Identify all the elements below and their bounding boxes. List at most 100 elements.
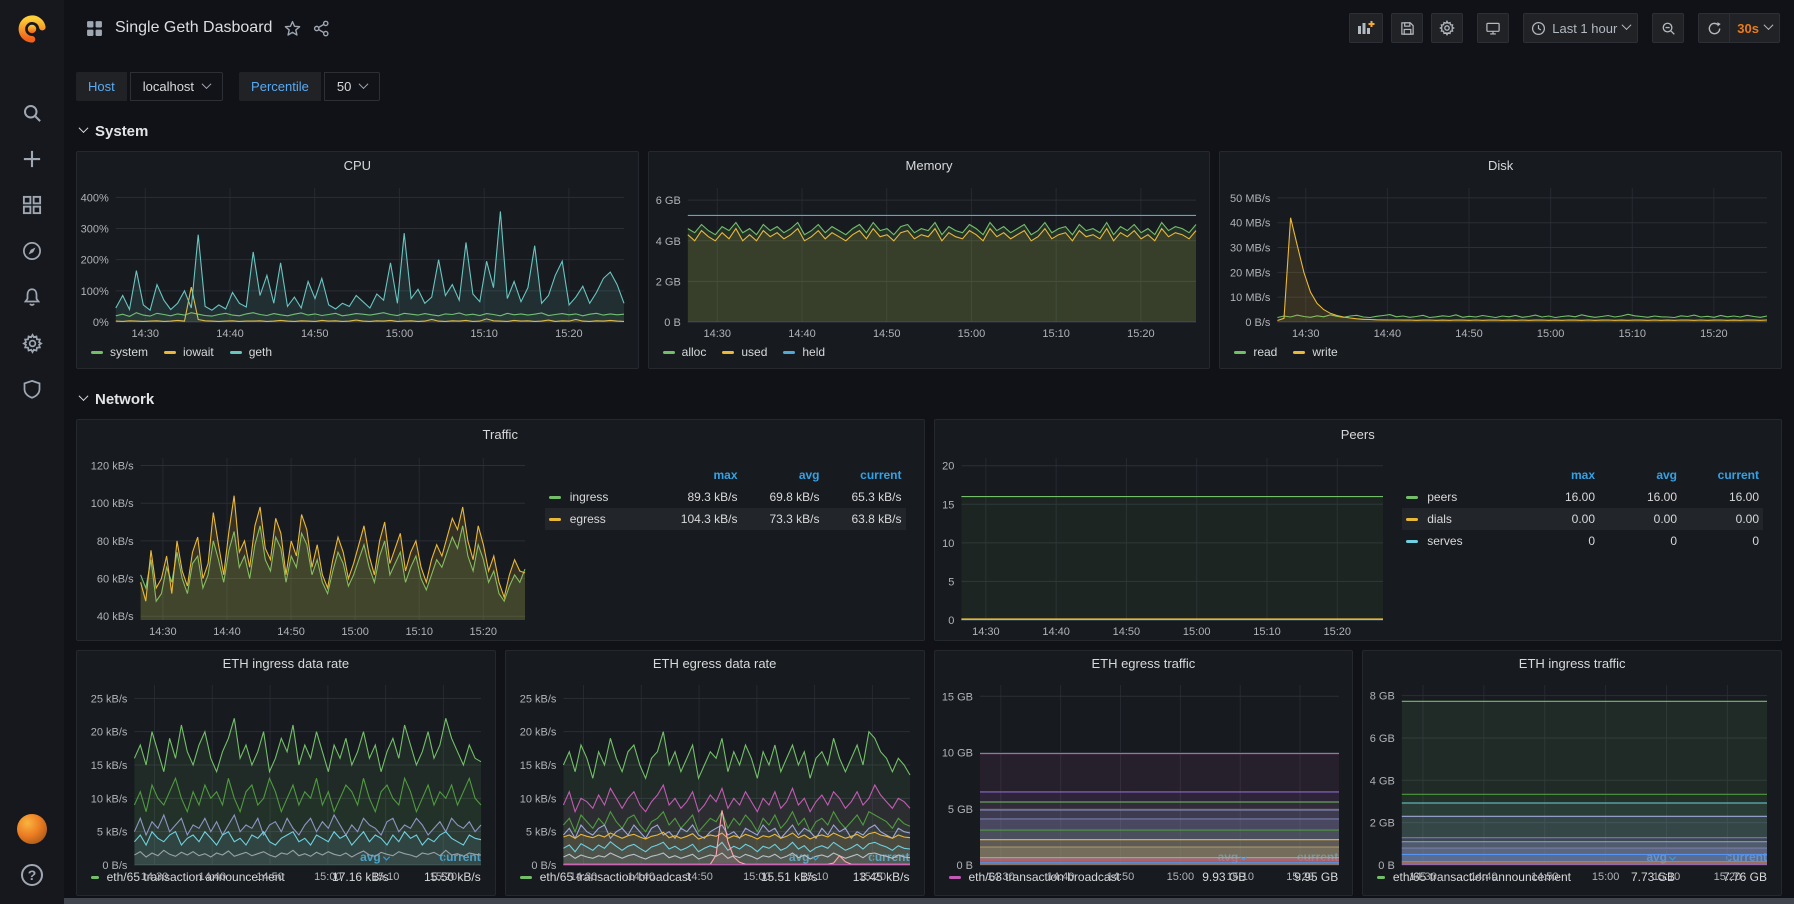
svg-text:40 MB/s: 40 MB/s: [1230, 218, 1271, 230]
create-icon[interactable]: [21, 148, 43, 170]
legend-row-ingress[interactable]: ingress: [545, 486, 656, 508]
legend-item-geth[interactable]: geth: [230, 345, 272, 359]
add-panel-button[interactable]: [1349, 13, 1383, 43]
peers-legend-table: maxavgcurrentpeers16.0016.0016.00dials0.…: [1396, 450, 1781, 640]
svg-text:15:10: 15:10: [1619, 328, 1647, 340]
panel-title[interactable]: Disk: [1220, 152, 1781, 180]
eth-egress-data-rate-chart[interactable]: 14:3014:4014:5015:0015:1015:200 B/s5 kB/…: [506, 677, 924, 845]
svg-text:0 B/s: 0 B/s: [1246, 317, 1272, 329]
svg-text:6 GB: 6 GB: [655, 195, 680, 207]
star-icon[interactable]: [284, 20, 301, 37]
svg-text:15 GB: 15 GB: [941, 691, 972, 703]
grafana-logo[interactable]: [0, 0, 64, 58]
panel-title[interactable]: Traffic: [77, 420, 924, 450]
legend-row-dials[interactable]: dials: [1402, 508, 1513, 530]
panel-title[interactable]: ETH egress traffic: [935, 651, 1353, 677]
svg-text:5 kB/s: 5 kB/s: [526, 827, 557, 839]
user-avatar[interactable]: [17, 814, 47, 844]
legend-column-header-max[interactable]: max: [656, 464, 742, 486]
refresh-interval-label: 30s: [1737, 21, 1759, 36]
eth-ingress-data-rate-chart[interactable]: 14:3014:4014:5015:0015:1015:200 B/s5 kB/…: [77, 677, 495, 845]
legend-item-system[interactable]: system: [91, 345, 148, 359]
row-header-system[interactable]: System: [76, 120, 1782, 142]
help-icon[interactable]: ?: [21, 864, 43, 886]
legend-table-grid: maxavgcurrentingress89.3 kB/s69.8 kB/s65…: [545, 464, 906, 530]
cycle-view-mode-button[interactable]: [1477, 13, 1509, 43]
svg-text:0 B: 0 B: [664, 317, 681, 329]
share-icon[interactable]: [313, 20, 330, 37]
svg-text:0 B: 0 B: [1379, 860, 1396, 872]
refresh-interval-dropdown[interactable]: 30s: [1730, 13, 1780, 43]
panel-title[interactable]: Peers: [935, 420, 1782, 450]
legend-item-used[interactable]: used: [722, 345, 767, 359]
svg-text:14:40: 14:40: [1470, 871, 1498, 883]
legend-item-iowait[interactable]: iowait: [164, 345, 214, 359]
svg-text:14:50: 14:50: [1456, 328, 1484, 340]
legend-column-header-current[interactable]: current: [1681, 464, 1763, 486]
disk-chart[interactable]: 14:3014:4014:5015:0015:1015:200 B/s10 MB…: [1220, 180, 1781, 342]
peers-chart[interactable]: 14:3014:4014:5015:0015:1015:2005101520: [935, 450, 1397, 640]
svg-text:15:20: 15:20: [1714, 871, 1742, 883]
series-color-dash: [91, 351, 103, 354]
svg-text:15:00: 15:00: [957, 328, 985, 340]
legend-item-read[interactable]: read: [1234, 345, 1277, 359]
legend-value-avg: 73.3 kB/s: [742, 508, 824, 530]
dashboard-settings-button[interactable]: [1431, 13, 1463, 43]
eth-egress-traffic-chart[interactable]: 14:3014:4014:5015:0015:1015:200 B5 GB10 …: [935, 677, 1353, 845]
cpu-chart[interactable]: 14:3014:4014:5015:0015:1015:200%100%200%…: [77, 180, 638, 342]
horizontal-scrollbar[interactable]: [64, 898, 1794, 904]
svg-text:100%: 100%: [81, 286, 109, 298]
panel-title[interactable]: ETH ingress traffic: [1363, 651, 1781, 677]
dashboard-grid-icon: [86, 20, 103, 37]
legend-row-egress[interactable]: egress: [545, 508, 656, 530]
explore-compass-icon[interactable]: [21, 240, 43, 262]
variable-percentile-dropdown[interactable]: 50: [324, 72, 380, 101]
panel-peers: Peers 14:3014:4014:5015:0015:1015:200510…: [934, 419, 1783, 641]
svg-text:15:00: 15:00: [1592, 871, 1620, 883]
legend-table-corner: [1402, 464, 1513, 486]
legend-row-peers[interactable]: peers: [1402, 486, 1513, 508]
dashboards-icon[interactable]: [21, 194, 43, 216]
legend-column-header-avg[interactable]: avg: [1599, 464, 1681, 486]
legend-item-write[interactable]: write: [1293, 345, 1337, 359]
configuration-gear-icon[interactable]: [21, 332, 43, 354]
variable-host-dropdown[interactable]: localhost: [130, 72, 223, 101]
zoom-out-button[interactable]: [1652, 13, 1684, 43]
svg-text:0%: 0%: [93, 317, 109, 329]
row-header-network[interactable]: Network: [76, 388, 1782, 410]
panel-title[interactable]: ETH ingress data rate: [77, 651, 495, 677]
legend-value-max: 0: [1513, 530, 1599, 552]
legend-column-header-avg[interactable]: avg: [742, 464, 824, 486]
svg-text:15 kB/s: 15 kB/s: [519, 760, 556, 772]
panel-title[interactable]: Memory: [649, 152, 1210, 180]
admin-shield-icon[interactable]: [21, 378, 43, 400]
eth-ingress-traffic-chart[interactable]: 14:3014:4014:5015:0015:1015:200 B2 GB4 G…: [1363, 677, 1781, 845]
legend-value-max: 89.3 kB/s: [656, 486, 742, 508]
svg-text:14:50: 14:50: [1112, 626, 1140, 638]
svg-text:120 kB/s: 120 kB/s: [91, 461, 134, 473]
svg-text:15:10: 15:10: [1253, 626, 1281, 638]
refresh-button[interactable]: [1698, 13, 1730, 43]
panel-title[interactable]: CPU: [77, 152, 638, 180]
time-range-picker[interactable]: Last 1 hour: [1523, 13, 1638, 43]
legend-row-serves[interactable]: serves: [1402, 530, 1513, 552]
variables-submenu: Host localhost Percentile 50: [64, 56, 1794, 101]
legend-item-alloc[interactable]: alloc: [663, 345, 707, 359]
traffic-chart[interactable]: 14:3014:4014:5015:0015:1015:2040 kB/s60 …: [77, 450, 539, 640]
legend-column-header-current[interactable]: current: [824, 464, 906, 486]
svg-text:40 kB/s: 40 kB/s: [97, 611, 134, 623]
variable-percentile-label: Percentile: [239, 72, 321, 101]
svg-text:25 kB/s: 25 kB/s: [519, 693, 556, 705]
search-icon[interactable]: [21, 102, 43, 124]
dashboard-title[interactable]: Single Geth Dasboard: [115, 19, 272, 37]
svg-text:14:50: 14:50: [277, 626, 305, 638]
panel-title[interactable]: ETH egress data rate: [506, 651, 924, 677]
legend-column-header-max[interactable]: max: [1513, 464, 1599, 486]
alerting-bell-icon[interactable]: [21, 286, 43, 308]
legend-value-current: 0.00: [1681, 508, 1763, 530]
svg-text:15:20: 15:20: [1127, 328, 1155, 340]
memory-chart[interactable]: 14:3014:4014:5015:0015:1015:200 B2 GB4 G…: [649, 180, 1210, 342]
save-button[interactable]: [1391, 13, 1423, 43]
legend-item-held[interactable]: held: [783, 345, 825, 359]
svg-text:14:30: 14:30: [987, 871, 1015, 883]
